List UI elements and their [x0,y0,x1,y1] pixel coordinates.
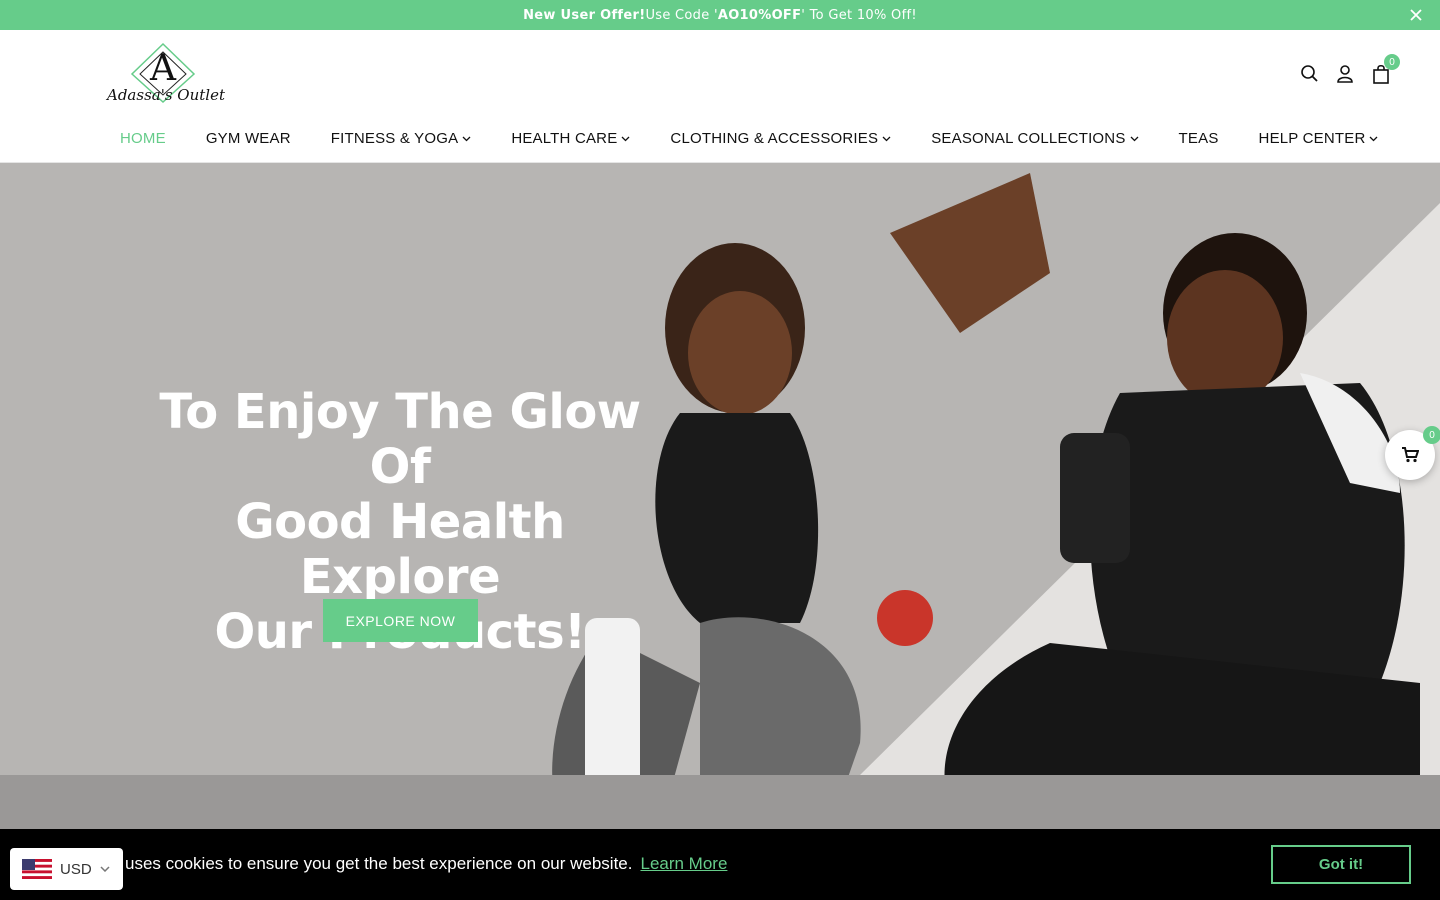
announcement-text-a: Use Code ' [645,7,718,23]
cookie-message: uses cookies to ensure you get the best … [125,854,727,874]
currency-selector[interactable]: USD [10,848,123,890]
announcement-code: AO10%OFF [717,7,802,23]
nav-label: HEALTH CARE [511,130,618,147]
nav-clothing-accessories[interactable]: CLOTHING & ACCESSORIES [650,130,911,147]
nav-label: SEASONAL COLLECTIONS [931,130,1126,147]
nav-home[interactable]: HOME [100,130,186,147]
learn-more-link[interactable]: Learn More [640,854,727,873]
cart-count-badge: 0 [1384,54,1400,70]
explore-now-button[interactable]: EXPLORE NOW [323,599,478,642]
cookie-text: uses cookies to ensure you get the best … [125,854,633,873]
nav-label: GYM WEAR [205,130,291,147]
cookie-accept-button[interactable]: Got it! [1271,845,1411,884]
search-icon[interactable] [1300,64,1318,84]
brand-logo[interactable]: A Adassa's Outlet [106,40,226,110]
hero-banner: To Enjoy The Glow Of Good Health Explore… [0,163,1440,829]
hero-title-line: To Enjoy The Glow Of [159,384,641,495]
floating-cart-button[interactable]: 0 [1385,426,1440,480]
hero-floor [0,775,1440,829]
chevron-down-icon [882,136,891,141]
site-header: A Adassa's Outlet 0 HOME GYM WEAR FITNES… [0,30,1440,163]
nav-seasonal-collections[interactable]: SEASONAL COLLECTIONS [911,130,1158,147]
announcement-bold: New User Offer! [523,7,646,23]
cart-button[interactable]: 0 [1372,54,1400,84]
chevron-down-icon [462,136,471,141]
header-actions: 0 [1300,54,1400,84]
nav-label: HELP CENTER [1258,130,1366,147]
nav-fitness-yoga[interactable]: FITNESS & YOGA [311,130,492,147]
user-icon[interactable] [1336,64,1354,84]
nav-health-care[interactable]: HEALTH CARE [491,130,650,147]
hero-title-line: Good Health Explore [235,494,565,605]
cookie-banner: uses cookies to ensure you get the best … [0,829,1440,900]
announcement-bar: New User Offer! Use Code ' AO10%OFF ' To… [0,0,1440,30]
chevron-down-icon [621,136,630,141]
us-flag-icon [22,859,52,879]
nav-label: FITNESS & YOGA [330,130,459,147]
nav-label: TEAS [1178,130,1219,147]
logo-text: Adassa's Outlet [107,86,225,104]
close-icon[interactable] [1408,7,1424,23]
nav-help-center[interactable]: HELP CENTER [1239,130,1399,147]
currency-code: USD [60,860,92,878]
chevron-down-icon [1130,136,1139,141]
chevron-down-icon [1370,136,1378,141]
nav-teas[interactable]: TEAS [1159,130,1239,147]
nav-label: CLOTHING & ACCESSORIES [670,130,879,147]
main-nav: HOME GYM WEAR FITNESS & YOGA HEALTH CARE… [100,130,1398,147]
cart-icon [1402,447,1419,463]
announcement-text-b: ' To Get 10% Off! [801,7,917,23]
chevron-down-icon [100,866,110,872]
nav-label: HOME [120,130,166,147]
floating-cart-count: 0 [1423,426,1440,444]
logo-letter: A [150,48,176,89]
nav-gym-wear[interactable]: GYM WEAR [186,130,311,147]
